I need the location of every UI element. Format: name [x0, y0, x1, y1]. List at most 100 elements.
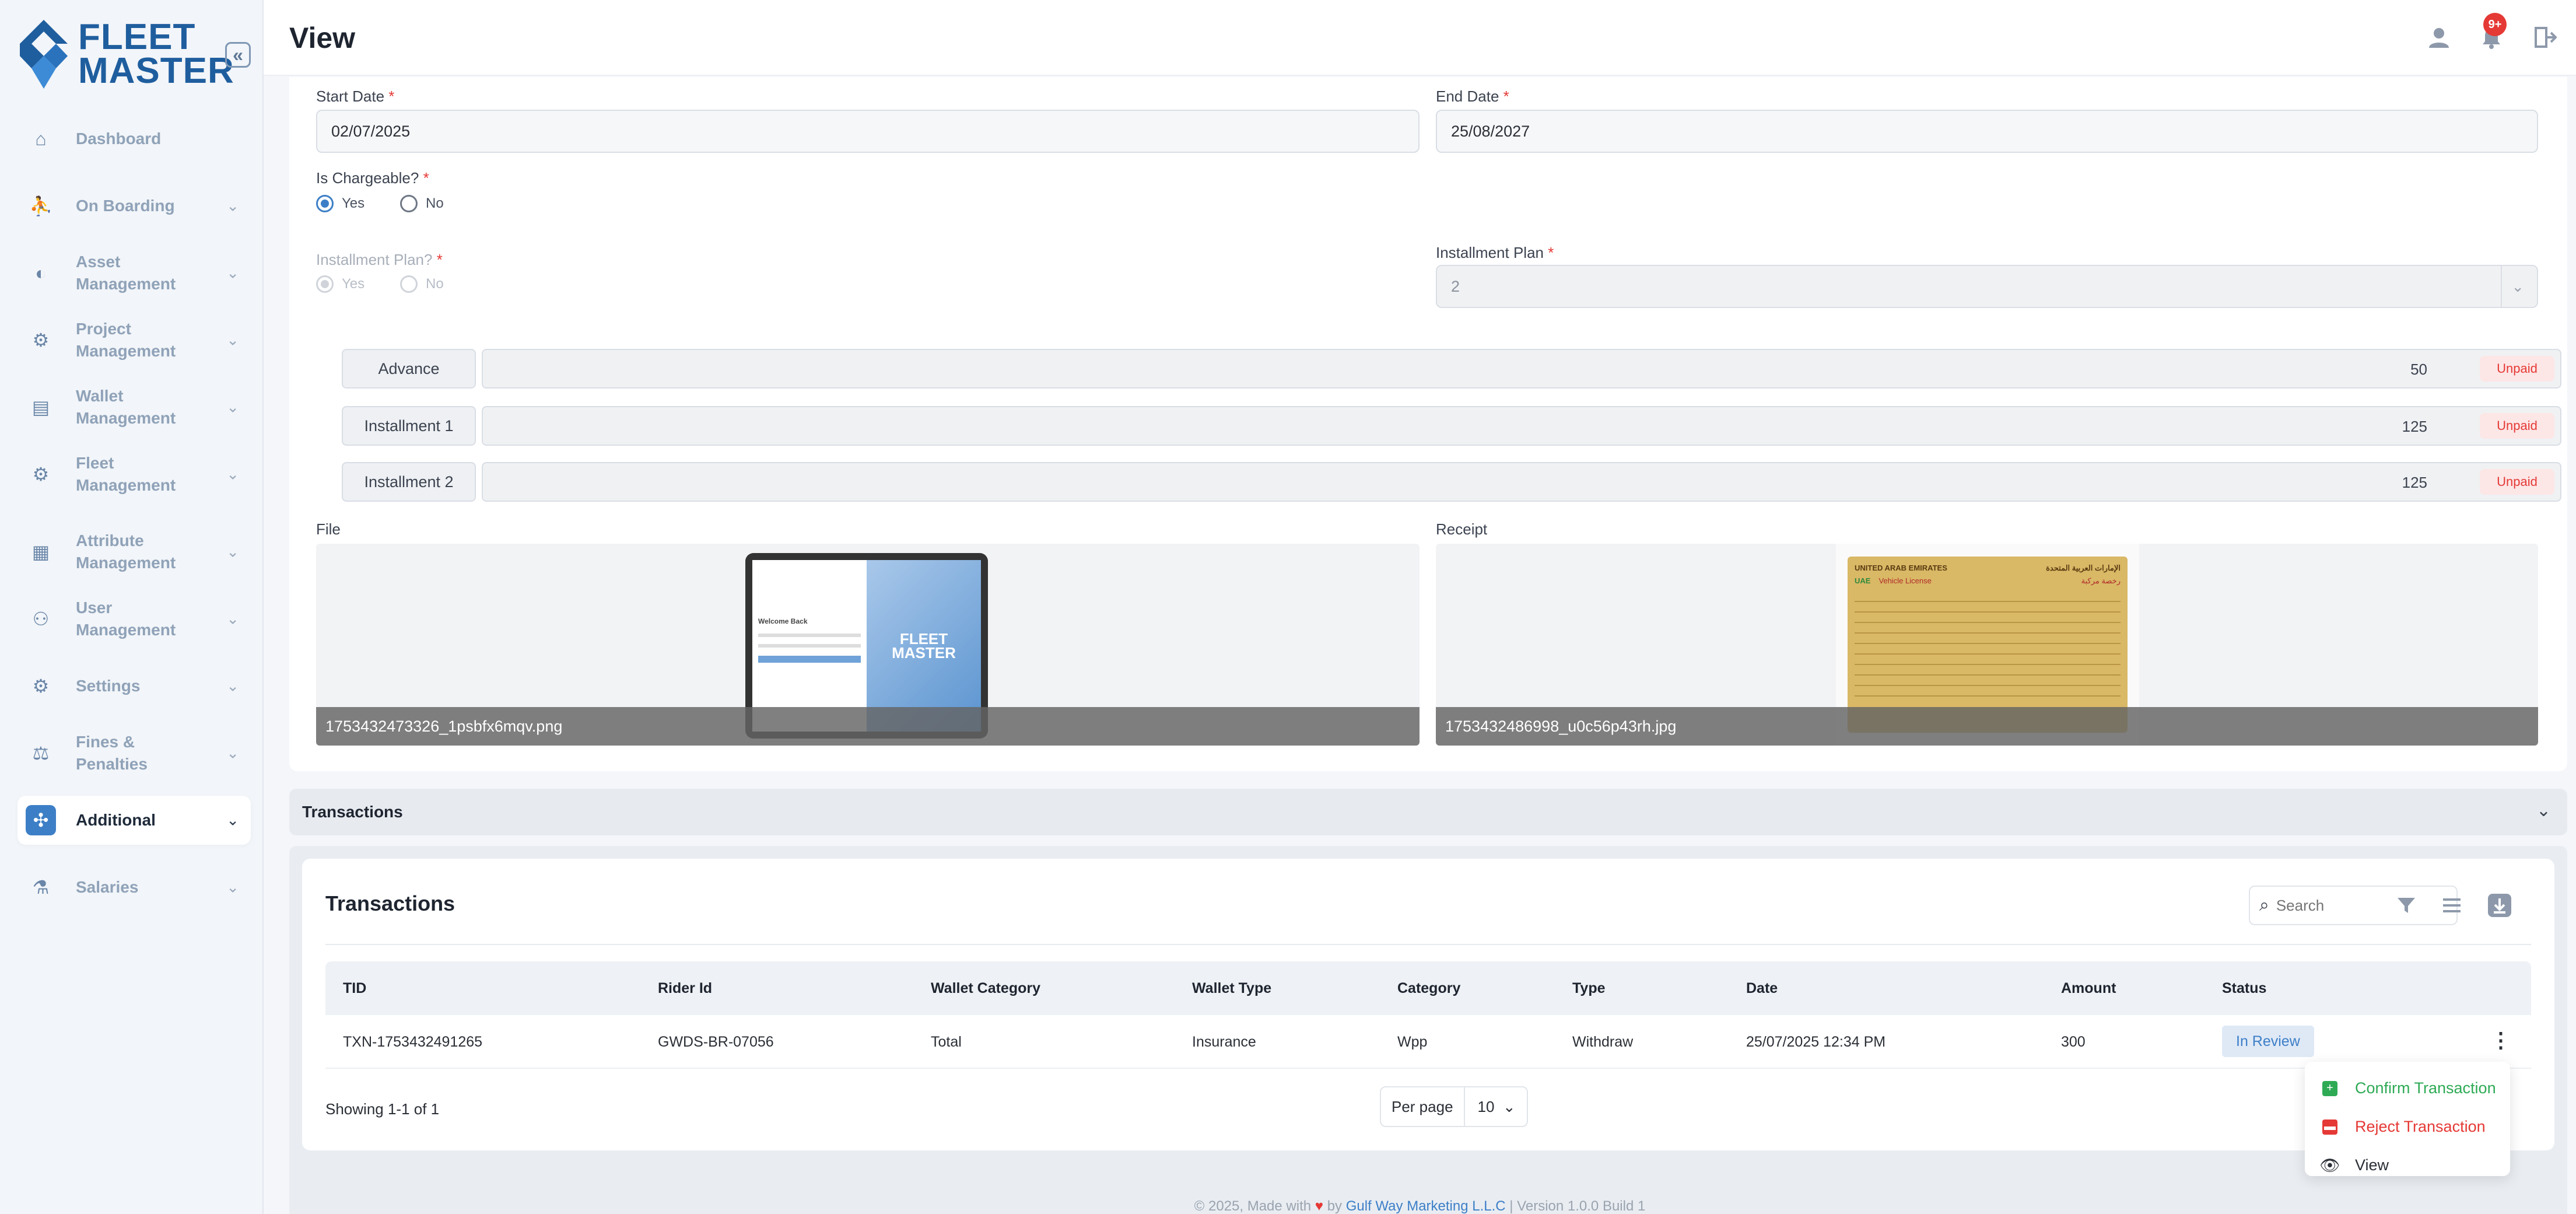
confirm-transaction-menu-item[interactable]: + Confirm Transaction	[2322, 1079, 2496, 1097]
column-header[interactable]: Category	[1397, 980, 1460, 997]
filter-icon[interactable]	[2392, 891, 2420, 919]
gear-icon: ⚙	[32, 676, 50, 697]
sidebar-item-label: User Management	[76, 599, 176, 639]
advance-amount-field: 50 Unpaid	[482, 349, 2561, 389]
sidebar: FLEET MASTER « ⌂ Dashboard ⛹ On Boarding…	[0, 0, 264, 1214]
radio-label: Yes	[342, 195, 365, 211]
installment-plan-label: Installment Plan *	[1436, 244, 1554, 262]
chevron-down-icon: ⌄	[226, 465, 239, 483]
eye-icon: 👁	[2319, 1156, 2340, 1174]
chargeable-no-radio[interactable]: No	[400, 195, 444, 212]
logout-icon[interactable]	[2531, 23, 2559, 51]
column-header[interactable]: Status	[2222, 980, 2266, 997]
column-header[interactable]: Type	[1572, 980, 1606, 997]
sidebar-item-on-boarding[interactable]: ⛹ On Boarding ⌄	[17, 181, 251, 230]
sidebar-item-wallet-management[interactable]: ▤ Wallet Management ⌄	[17, 383, 251, 432]
trash-icon: ▬	[2322, 1119, 2337, 1135]
rider-id-cell: GWDS-BR-07056	[658, 1034, 774, 1050]
start-date-input[interactable]: 02/07/2025	[316, 110, 1420, 153]
required-asterisk: *	[436, 251, 443, 268]
accordion-title: Transactions	[302, 803, 403, 821]
radio-unchecked-icon	[400, 195, 418, 212]
collapse-sidebar-button[interactable]: «	[225, 42, 251, 68]
row-actions-kebab-icon[interactable]: ⋮	[2490, 1028, 2511, 1052]
sidebar-item-additional[interactable]: ✣ Additional ⌄	[17, 796, 251, 845]
receipt-preview[interactable]: UNITED ARAB EMIRATES الإمارات العربية ال…	[1436, 544, 2538, 746]
fleet-master-logo[interactable]: FLEET MASTER	[20, 19, 234, 89]
sidebar-item-settings[interactable]: ⚙ Settings ⌄	[17, 662, 251, 711]
attribute-icon: ▦	[31, 541, 50, 562]
wallet-category-cell: Total	[931, 1034, 962, 1050]
sidebar-item-project-management[interactable]: ⚙ Project Management ⌄	[17, 316, 251, 365]
view-menu-item[interactable]: 👁 View	[2319, 1156, 2389, 1174]
row-actions-menu: + Confirm Transaction ▬ Reject Transacti…	[2305, 1062, 2510, 1176]
column-header[interactable]: Date	[1746, 980, 1778, 997]
amount-cell: 300	[2061, 1034, 2086, 1050]
sidebar-item-label: Attribute Management	[76, 531, 176, 572]
page-title: View	[289, 22, 356, 54]
license-doc-ar: رخصة مركبة	[2081, 576, 2121, 585]
wallet-icon: ▤	[31, 397, 50, 418]
radio-checked-icon	[316, 275, 334, 293]
type-cell: Withdraw	[1572, 1034, 1634, 1050]
radio-label: No	[426, 195, 444, 211]
sidebar-item-fleet-management[interactable]: ⚙ Fleet Management ⌄	[17, 450, 251, 499]
sidebar-item-label: Additional	[76, 811, 156, 829]
columns-icon[interactable]	[2438, 891, 2466, 919]
sidebar-item-user-management[interactable]: ⚇ User Management ⌄	[17, 594, 251, 643]
menu-item-label: Reject Transaction	[2355, 1118, 2486, 1135]
sidebar-item-salaries[interactable]: ⚗ Salaries ⌄	[17, 863, 251, 912]
installment-no-radio[interactable]: No	[400, 275, 444, 293]
table-row[interactable]: TXN-1753432491265 GWDS-BR-07056 Total In…	[325, 1015, 2531, 1069]
thumbnail-brand-line-2: MASTER	[892, 644, 956, 662]
installment-1-label: Installment 1	[342, 406, 476, 446]
installment-plan-label-text: Installment Plan	[1436, 244, 1544, 261]
sidebar-item-dashboard[interactable]: ⌂ Dashboard	[17, 114, 251, 163]
chevron-down-icon: ⌄	[226, 197, 239, 215]
per-page-select[interactable]: Per page 10 ⌄	[1380, 1086, 1528, 1127]
advance-label: Advance	[342, 349, 476, 389]
reject-transaction-menu-item[interactable]: ▬ Reject Transaction	[2322, 1118, 2486, 1136]
license-country-en: UNITED ARAB EMIRATES	[1855, 564, 1947, 572]
radio-label: Yes	[342, 276, 365, 292]
status-badge: Unpaid	[2480, 356, 2554, 382]
sidebar-item-attribute-management[interactable]: ▦ Attribute Management ⌄	[17, 517, 251, 587]
sidebar-item-label: Project Management	[76, 320, 176, 360]
sidebar-item-label: Asset Management	[76, 253, 176, 293]
thumbnail-welcome-text: Welcome Back	[758, 617, 808, 625]
company-link[interactable]: Gulf Way Marketing L.L.C	[1346, 1198, 1506, 1214]
chargeable-label: Is Chargeable? *	[316, 169, 429, 187]
thumbnail-login-panel: Welcome Back	[752, 560, 867, 732]
chargeable-yes-radio[interactable]: Yes	[316, 195, 365, 212]
installment-plan-select[interactable]: 2 ⌄	[1436, 265, 2538, 308]
end-date-input[interactable]: 25/08/2027	[1436, 110, 2538, 153]
notification-badge: 9+	[2483, 13, 2507, 36]
column-header[interactable]: Wallet Type	[1192, 980, 1271, 997]
footer-by: by	[1327, 1198, 1343, 1214]
chevron-down-icon: ⌄	[226, 677, 239, 695]
home-icon: ⌂	[35, 128, 47, 149]
radio-unchecked-icon	[400, 275, 418, 293]
sidebar-item-asset-management[interactable]: ◐ Asset Management ⌄	[17, 249, 251, 298]
chevron-down-icon: ⌄	[226, 744, 239, 762]
fines-icon: ⚖	[32, 743, 50, 764]
thumbnail-brand-panel: FLEET MASTER	[867, 560, 981, 732]
footer: © 2025, Made with ♥ by Gulf Way Marketin…	[264, 1198, 2576, 1214]
sidebar-item-label: Wallet Management	[76, 387, 176, 427]
column-header[interactable]: TID	[343, 980, 366, 997]
top-header: View 9+	[264, 0, 2576, 76]
file-preview[interactable]: Welcome Back FLEET MASTER 1753432473326_1…	[316, 544, 1420, 746]
installment-yes-radio[interactable]: Yes	[316, 275, 365, 293]
user-profile-icon[interactable]	[2425, 23, 2453, 51]
download-icon[interactable]	[2486, 891, 2514, 919]
installment-2-amount-field: 125 Unpaid	[482, 462, 2561, 502]
radio-checked-icon	[316, 195, 334, 212]
transactions-accordion[interactable]: Transactions ⌄	[289, 789, 2567, 835]
chevron-down-icon: ⌄	[1502, 1097, 1516, 1115]
license-table-lines	[1855, 592, 2121, 702]
installment-2-label: Installment 2	[342, 462, 476, 502]
sidebar-item-fines-penalties[interactable]: ⚖ Fines & Penalties ⌄	[17, 729, 251, 778]
column-header[interactable]: Amount	[2061, 980, 2116, 997]
column-header[interactable]: Wallet Category	[931, 980, 1040, 997]
column-header[interactable]: Rider Id	[658, 980, 712, 997]
